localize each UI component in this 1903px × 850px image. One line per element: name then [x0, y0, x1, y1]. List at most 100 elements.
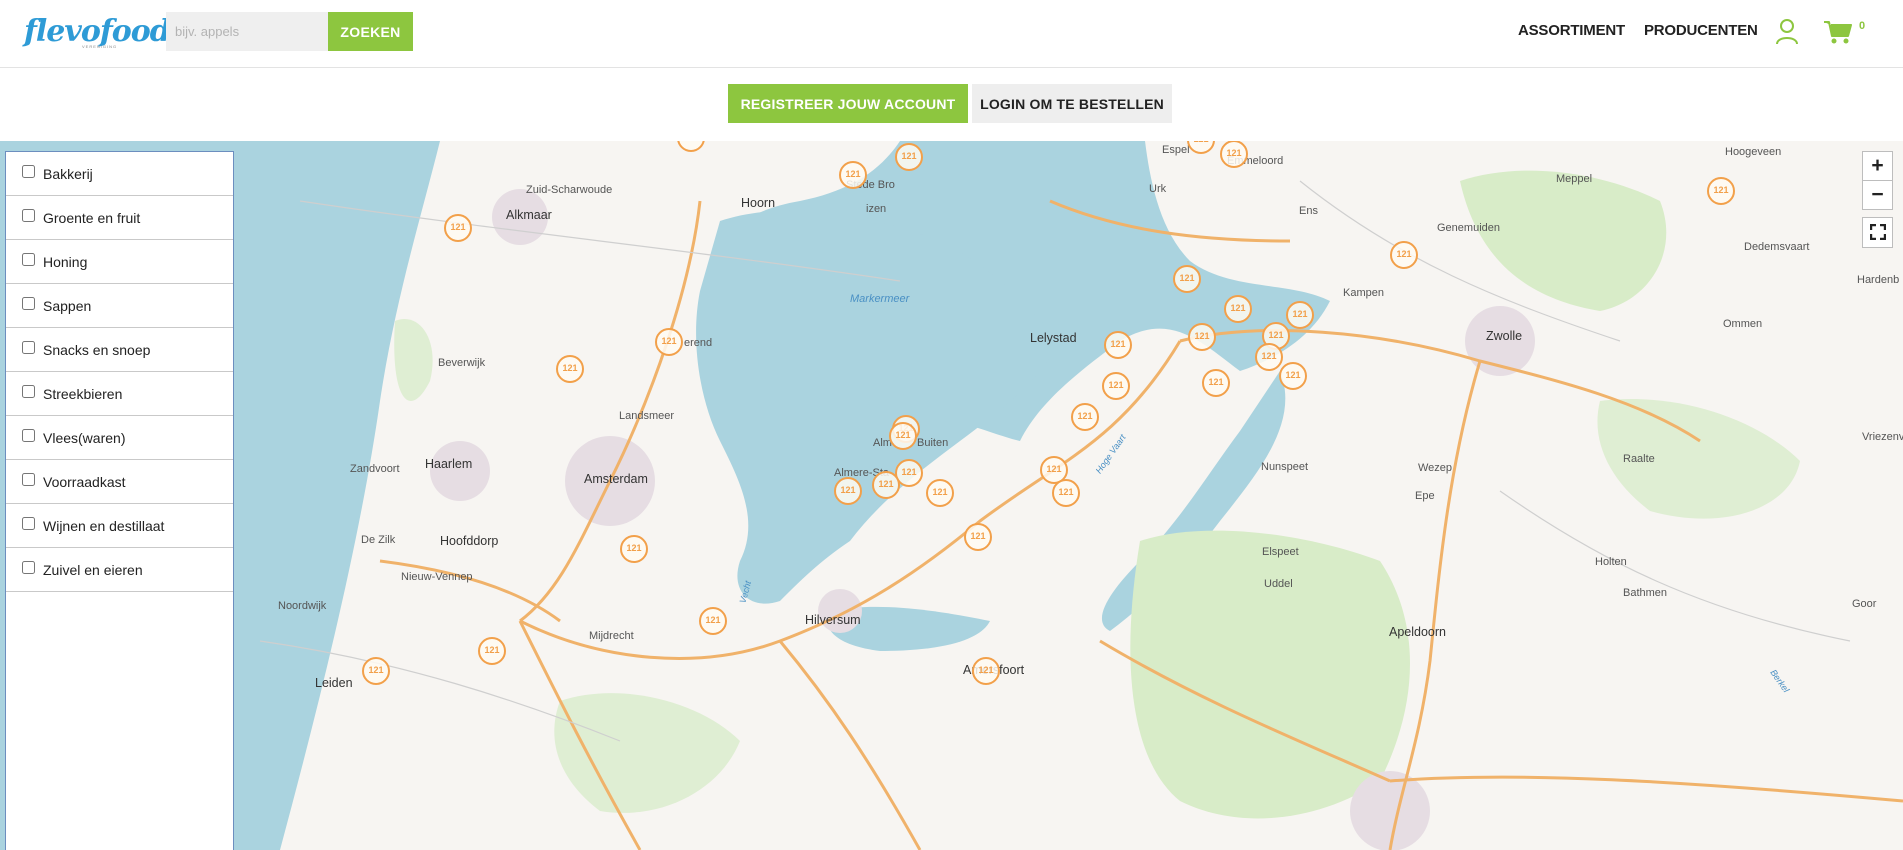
map-label: Vriezenv — [1862, 431, 1903, 443]
producer-marker[interactable] — [655, 328, 683, 356]
producer-marker[interactable] — [1220, 141, 1248, 168]
category-label: Honing — [43, 253, 88, 270]
zoom-in-button[interactable]: + — [1862, 151, 1893, 181]
producer-marker[interactable] — [1102, 372, 1130, 400]
map-label: Amsterdam — [584, 472, 648, 486]
producer-marker[interactable] — [478, 637, 506, 665]
flevofood-logo[interactable]: flevofood VERENIGING — [24, 14, 171, 50]
category-checkbox[interactable] — [22, 385, 35, 398]
category-item-honing[interactable]: Honing — [6, 240, 233, 284]
producer-marker[interactable] — [1202, 369, 1230, 397]
category-item-snacks-en-snoep[interactable]: Snacks en snoep — [6, 328, 233, 372]
map-label: Haarlem — [425, 457, 473, 471]
producer-marker[interactable] — [362, 657, 390, 685]
map-label: Lelystad — [1030, 331, 1077, 345]
category-label: Bakkerij — [43, 165, 93, 182]
producer-marker[interactable] — [1707, 177, 1735, 205]
map-label: izen — [866, 203, 887, 215]
producer-marker[interactable] — [972, 657, 1000, 685]
user-icon[interactable] — [1776, 19, 1798, 45]
map-label: Buiten — [917, 437, 949, 449]
search-input[interactable] — [166, 12, 328, 51]
login-to-order-button[interactable]: LOGIN OM TE BESTELLEN — [972, 84, 1172, 123]
category-label: Zuivel en eieren — [43, 561, 143, 578]
map-label: Holten — [1595, 556, 1627, 568]
nav-assortiment[interactable]: ASSORTIMENT — [1518, 22, 1625, 39]
category-label: Groente en fruit — [43, 209, 141, 226]
category-item-voorraadkast[interactable]: Voorraadkast — [6, 460, 233, 504]
map-label: Raalte — [1623, 453, 1655, 465]
producer-marker[interactable] — [1286, 301, 1314, 329]
producer-marker[interactable] — [839, 161, 867, 189]
map-label: Dedemsvaart — [1744, 241, 1810, 253]
category-checkbox[interactable] — [22, 165, 35, 178]
producer-marker[interactable] — [699, 607, 727, 635]
producer-marker[interactable] — [926, 479, 954, 507]
cart-count-badge: 0 — [1859, 20, 1866, 32]
producer-marker[interactable] — [1224, 295, 1252, 323]
category-item-wijnen-en-destillaat[interactable]: Wijnen en destillaat — [6, 504, 233, 548]
map-label: Hoofddorp — [440, 534, 499, 548]
category-item-streekbieren[interactable]: Streekbieren — [6, 372, 233, 416]
map-label: Bathmen — [1623, 587, 1668, 599]
category-item-vleeswaren[interactable]: Vlees(waren) — [6, 416, 233, 460]
site-header: flevofood VERENIGING ZOEKEN ASSORTIMENT … — [0, 0, 1903, 68]
producer-marker[interactable] — [872, 471, 900, 499]
producer-marker[interactable] — [964, 523, 992, 551]
category-label: Voorraadkast — [43, 473, 126, 490]
map-label: Leiden — [315, 676, 353, 690]
map-label: Zandvoort — [350, 463, 400, 475]
producer-map[interactable]: Zuid-Scharwoude Stede Bro izen Hoorn Alk… — [0, 141, 1903, 850]
fullscreen-button[interactable] — [1862, 217, 1893, 248]
map-label: Mijdrecht — [589, 630, 634, 642]
map-label: erend — [684, 337, 713, 349]
producer-marker[interactable] — [1255, 343, 1283, 371]
category-checkbox[interactable] — [22, 253, 35, 266]
producer-marker[interactable] — [1071, 403, 1099, 431]
category-checkbox[interactable] — [22, 561, 35, 574]
search-button[interactable]: ZOEKEN — [328, 12, 413, 51]
nav-producenten[interactable]: PRODUCENTEN — [1644, 22, 1758, 39]
producer-marker[interactable] — [620, 535, 648, 563]
map-label: Ommen — [1723, 318, 1763, 330]
category-item-groente-en-fruit[interactable]: Groente en fruit — [6, 196, 233, 240]
category-item-sappen[interactable]: Sappen — [6, 284, 233, 328]
producer-marker[interactable] — [1188, 323, 1216, 351]
map-label: Markermeer — [850, 293, 910, 305]
map-label: Epe — [1415, 490, 1435, 502]
map-label: Nunspeet — [1261, 461, 1309, 473]
producer-marker[interactable] — [895, 143, 923, 171]
producer-marker[interactable] — [1104, 331, 1132, 359]
producer-marker[interactable] — [1279, 362, 1307, 390]
category-label: Vlees(waren) — [43, 429, 126, 446]
zoom-out-button[interactable]: − — [1862, 180, 1893, 210]
producer-marker[interactable] — [834, 477, 862, 505]
category-checkbox[interactable] — [22, 341, 35, 354]
fullscreen-icon — [1869, 223, 1886, 241]
category-item-zuivel-en-eieren[interactable]: Zuivel en eieren — [6, 548, 233, 592]
category-label: Streekbieren — [43, 385, 123, 402]
map-label: De Zilk — [361, 534, 396, 546]
producer-marker[interactable] — [1390, 241, 1418, 269]
category-checkbox[interactable] — [22, 297, 35, 310]
category-label: Snacks en snoep — [43, 341, 151, 358]
map-label: Elspeet — [1262, 546, 1299, 558]
producer-marker[interactable] — [889, 422, 917, 450]
producer-marker[interactable] — [1052, 479, 1080, 507]
register-account-button[interactable]: REGISTREER JOUW ACCOUNT — [728, 84, 968, 123]
category-checkbox[interactable] — [22, 473, 35, 486]
category-checkbox[interactable] — [22, 517, 35, 530]
category-checkbox[interactable] — [22, 429, 35, 442]
producer-marker[interactable] — [556, 355, 584, 383]
map-label: Wezep — [1418, 462, 1453, 474]
category-checkbox[interactable] — [22, 209, 35, 222]
producer-marker[interactable] — [1173, 265, 1201, 293]
map-label: Alkmaar — [506, 208, 552, 222]
cart-icon[interactable] — [1824, 20, 1852, 44]
producer-marker[interactable] — [444, 214, 472, 242]
map-label: Hardenb — [1857, 274, 1900, 286]
map-label: Goor — [1852, 598, 1877, 610]
map-label: Espel — [1162, 144, 1190, 156]
category-item-bakkerij[interactable]: Bakkerij — [6, 152, 233, 196]
category-filter-panel: Bakkerij Groente en fruit Honing Sappen … — [5, 151, 234, 850]
